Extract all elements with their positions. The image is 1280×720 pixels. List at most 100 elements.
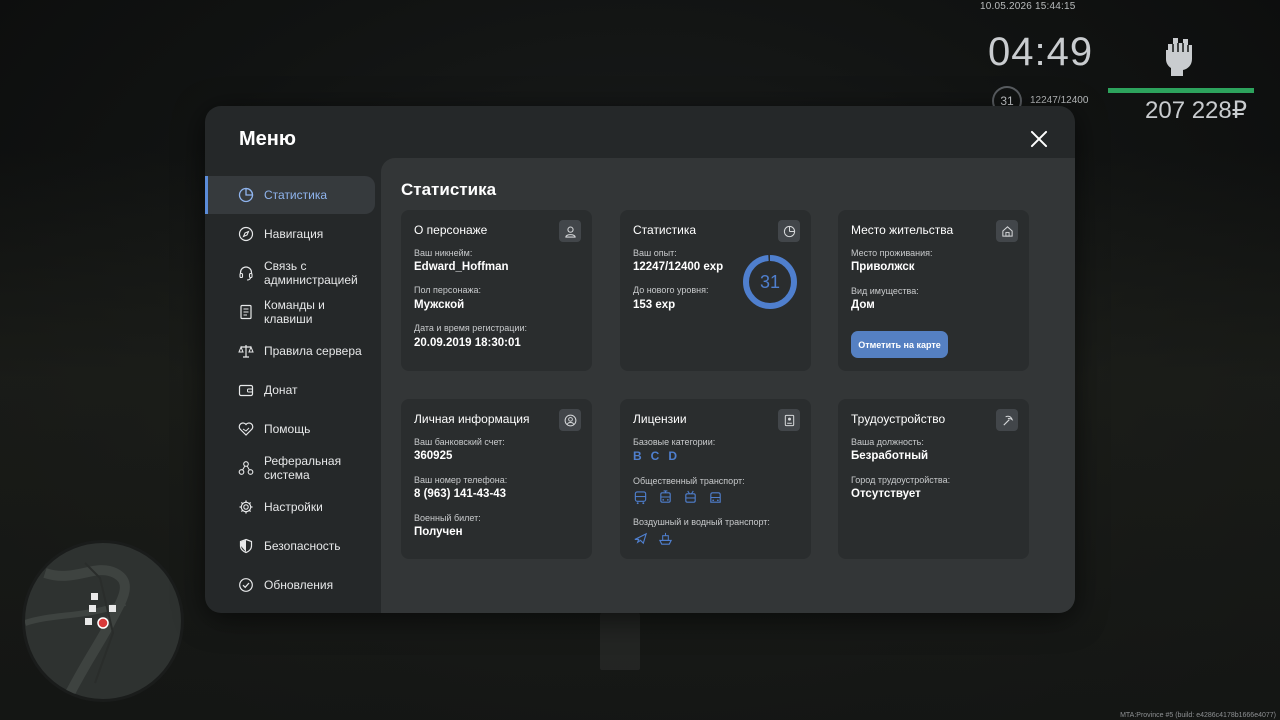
nickname-value: Edward_Hoffman — [414, 261, 509, 273]
menu-title: Меню — [239, 128, 296, 150]
card-statistics: Статистика Ваш опыт: 12247/12400 exp До … — [620, 210, 811, 371]
user-circle-icon — [559, 409, 581, 431]
sidebar-item-admin-contact[interactable]: Связь с администрацией — [205, 254, 375, 292]
sidebar-item-security[interactable]: Безопасность — [205, 527, 375, 565]
license-category-b: B — [633, 449, 642, 463]
employment-city-label: Город трудоустройства: — [851, 475, 951, 485]
tram-icon — [660, 490, 671, 503]
military-id-label: Военный билет: — [414, 513, 481, 523]
bank-account-label: Ваш банковский счет: — [414, 437, 505, 447]
hud-clock: 04:49 — [988, 30, 1094, 74]
user-icon — [559, 220, 581, 242]
card-character: О персонаже Ваш никнейм: Edward_Hoffman … — [401, 210, 592, 371]
position-label: Ваша должность: — [851, 437, 924, 447]
air-water-transport-icons — [633, 531, 673, 546]
health-bar — [1108, 88, 1254, 93]
build-info: MTA:Province #5 (build: e4286c4178b1666e… — [1120, 712, 1276, 719]
military-id-value: Получен — [414, 526, 463, 538]
section-title: Статистика — [401, 180, 497, 199]
license-category-d: D — [668, 449, 678, 463]
house-icon — [996, 220, 1018, 242]
sidebar-item-label: Помощь — [264, 422, 311, 436]
property-type-value: Дом — [851, 299, 875, 311]
card-employment: Трудоустройство Ваша должность: Безработ… — [838, 399, 1029, 559]
card-title: О персонаже — [414, 223, 488, 237]
scales-icon — [238, 345, 254, 358]
sidebar-item-commands[interactable]: Команды и клавиши — [205, 293, 375, 331]
public-transport-label: Общественный транспорт: — [633, 476, 745, 486]
level-number: 31 — [760, 272, 780, 292]
statistics-icon — [238, 187, 254, 203]
hud-exp: 12247/12400 — [1030, 95, 1089, 106]
level-progress-ring: 31 — [743, 255, 797, 309]
wallet-icon — [238, 384, 254, 397]
sidebar-item-updates[interactable]: Обновления — [205, 566, 375, 604]
mark-on-map-button[interactable]: Отметить на карте — [851, 331, 948, 358]
exp-value: 12247/12400 exp — [633, 261, 724, 273]
gear-icon — [239, 500, 253, 514]
sidebar-item-statistics[interactable]: Статистика — [205, 176, 375, 214]
sidebar-item-help[interactable]: Помощь — [205, 410, 375, 448]
card-licenses: Лицензии Базовые категории: B C D Общест… — [620, 399, 811, 559]
background-character — [600, 610, 640, 670]
phone-label: Ваш номер телефона: — [414, 475, 508, 485]
sidebar-item-navigation[interactable]: Навигация — [205, 215, 375, 253]
menu-window: Меню Статистика Навигация Связь с админи… — [205, 106, 1075, 613]
headset-icon — [239, 266, 253, 281]
next-level-label: До нового уровня: — [633, 285, 709, 295]
sidebar-item-label: Реферальная система — [264, 454, 342, 482]
pie-chart-icon — [778, 220, 800, 242]
compass-icon — [238, 226, 254, 242]
network-icon — [238, 461, 254, 475]
sidebar-item-label: Донат — [264, 383, 298, 397]
sidebar-item-referral[interactable]: Реферальная система — [205, 449, 375, 487]
public-transport-icons — [633, 490, 723, 505]
sidebar-item-label: Безопасность — [264, 539, 341, 553]
residence-place-label: Место проживания: — [851, 248, 933, 258]
nickname-label: Ваш никнейм: — [414, 248, 473, 258]
close-icon[interactable] — [1027, 127, 1051, 151]
phone-value: 8 (963) 141-43-43 — [414, 488, 507, 500]
sidebar-item-label: Обновления — [264, 578, 334, 592]
bank-account-value: 360925 — [414, 450, 453, 462]
check-circle-icon — [239, 578, 253, 592]
exp-label: Ваш опыт: — [633, 248, 677, 258]
registration-label: Дата и время регистрации: — [414, 323, 527, 333]
sidebar: Статистика Навигация Связь с администрац… — [205, 176, 381, 613]
card-title: Место жительства — [851, 223, 954, 237]
fist-icon — [1166, 38, 1192, 76]
sidebar-item-label: Команды и клавиши — [264, 298, 325, 326]
card-title: Личная информация — [414, 412, 530, 426]
next-level-value: 153 exp — [633, 299, 676, 311]
sidebar-item-label: Навигация — [264, 227, 324, 241]
minimap[interactable] — [22, 540, 184, 702]
ship-icon — [658, 532, 673, 545]
card-title: Статистика — [633, 223, 697, 237]
hud-money: 207 228₽ — [1145, 97, 1248, 124]
registration-value: 20.09.2019 18:30:01 — [414, 337, 521, 349]
card-residence: Место жительства Место проживания: Приво… — [838, 210, 1029, 371]
residence-place-value: Приволжск — [851, 261, 915, 273]
card-title: Лицензии — [633, 412, 687, 426]
sidebar-item-rules[interactable]: Правила сервера — [205, 332, 375, 370]
license-category-c: C — [650, 449, 660, 463]
property-type-label: Вид имущества: — [851, 286, 919, 296]
sidebar-item-label: Статистика — [264, 188, 328, 202]
hud-datetime: 10.05.2026 15:44:15 — [980, 1, 1076, 12]
gender-value: Мужской — [414, 299, 465, 311]
sidebar-item-label: Связь с администрацией — [264, 259, 358, 287]
id-card-icon — [778, 409, 800, 431]
position-value: Безработный — [851, 450, 929, 462]
bus-icon — [634, 491, 647, 505]
plane-icon — [634, 532, 648, 545]
card-title: Трудоустройство — [851, 412, 946, 426]
card-personal-info: Личная информация Ваш банковский счет: 3… — [401, 399, 592, 559]
shield-icon — [239, 538, 253, 554]
handshake-heart-icon — [238, 422, 254, 436]
gender-label: Пол персонажа: — [414, 285, 482, 295]
sidebar-item-donate[interactable]: Донат — [205, 371, 375, 409]
air-water-transport-label: Воздушный и водный транспорт: — [633, 517, 770, 527]
statistics-panel: Статистика О персонаже Ваш никнейм: Edwa… — [381, 158, 1075, 613]
license-categories: B C D — [633, 449, 677, 463]
sidebar-item-settings[interactable]: Настройки — [205, 488, 375, 526]
